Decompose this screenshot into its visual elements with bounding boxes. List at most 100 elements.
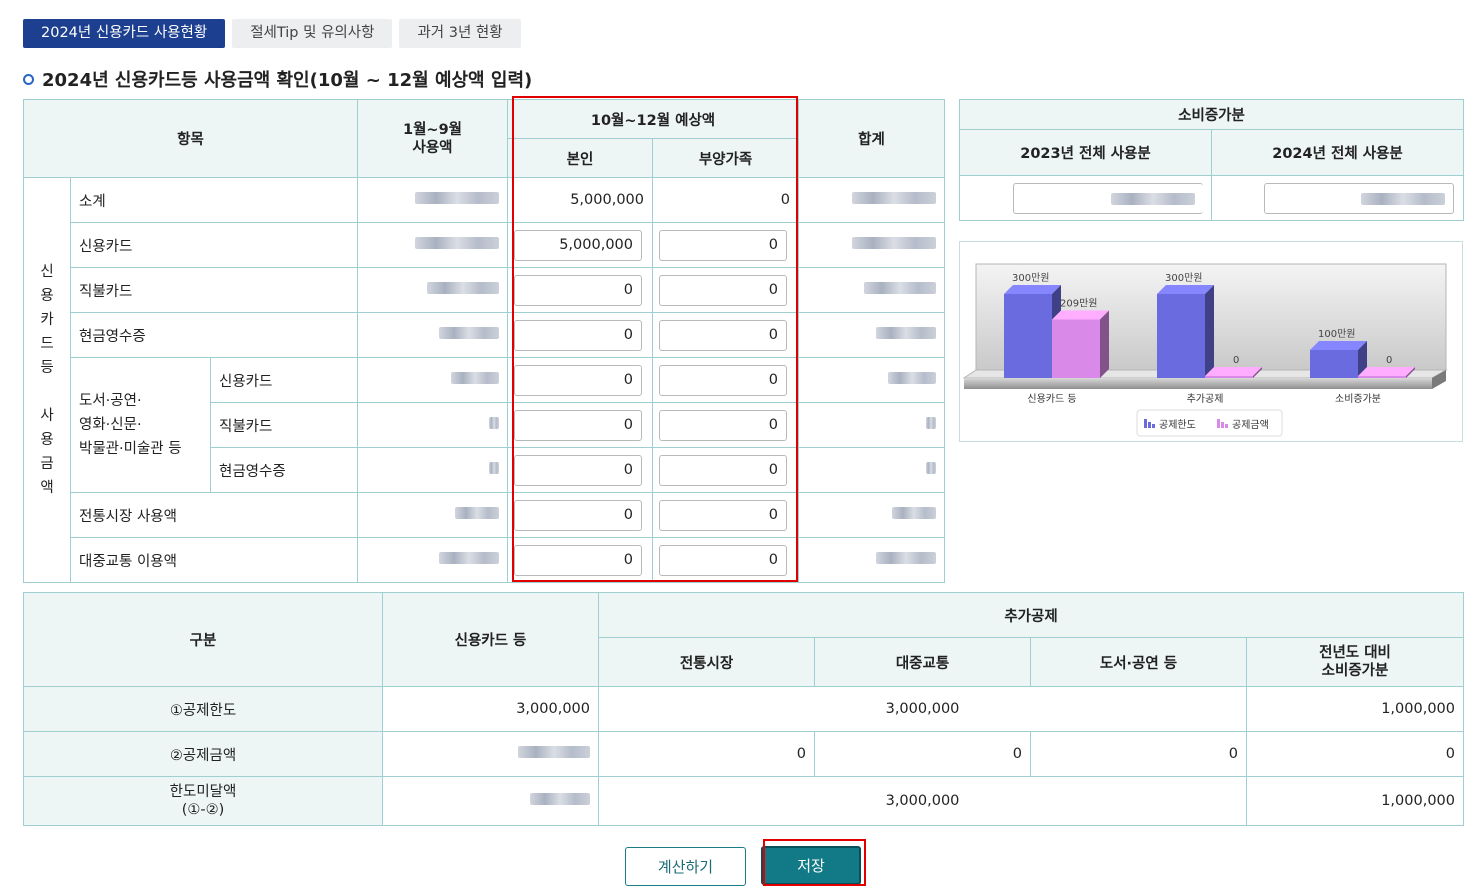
bar-front <box>1205 376 1253 378</box>
dependents-value: 0 <box>651 177 800 223</box>
vertical-label: 신용카드등사용금액 <box>23 177 71 583</box>
limit-additional-value: 3,000,000 <box>598 686 1247 732</box>
header-item: 항목 <box>23 99 358 178</box>
masked-value <box>852 237 937 249</box>
header-increase: 전년도 대비 소비증가분 <box>1246 637 1464 687</box>
market-dependents-input[interactable]: 0 <box>659 499 787 531</box>
amount-increase-value: 0 <box>1246 731 1464 777</box>
remaining-additional-value: 3,000,000 <box>598 776 1247 826</box>
masked-value <box>455 507 499 519</box>
x-tick-label: 소비증가분 <box>1335 393 1381 405</box>
header-credit-card-etc: 신용카드 등 <box>382 592 599 687</box>
culture-debit-dependents-input[interactable]: 0 <box>659 409 787 441</box>
row-debit-card: 직불카드 0 0 <box>24 267 946 313</box>
row-label: 현금영수증 <box>70 312 358 358</box>
bar-value-label: 300만원 <box>1012 272 1050 284</box>
limit-increase-value: 1,000,000 <box>1246 686 1464 732</box>
bar-front <box>1358 376 1406 378</box>
masked-value <box>876 552 937 564</box>
legend-label-amount: 공제금액 <box>1232 419 1269 431</box>
x-tick-label: 추가공제 <box>1187 393 1224 405</box>
tab-past-3-years[interactable]: 과거 3년 현황 <box>399 19 521 48</box>
bar-top <box>1004 285 1061 294</box>
vertical-label-char: 사 <box>40 408 54 424</box>
amount-books-value: 0 <box>1030 731 1247 777</box>
bar-top <box>1310 341 1367 350</box>
masked-value <box>489 462 499 474</box>
tab-tax-tips[interactable]: 절세Tip 및 유의사항 <box>232 19 393 48</box>
masked-value <box>926 417 937 429</box>
self-value: 5,000,000 <box>507 177 653 223</box>
masked-value <box>439 327 499 339</box>
masked-value <box>892 507 937 519</box>
amount-market-value: 0 <box>598 731 815 777</box>
bar-front <box>1157 294 1205 378</box>
row-label: 소계 <box>70 177 358 223</box>
spend-2023-field <box>1013 182 1203 214</box>
bar-side <box>1100 310 1109 378</box>
credit-dependents-input[interactable]: 0 <box>659 229 787 261</box>
vertical-label-char: 용 <box>40 288 54 304</box>
tab-2024-usage[interactable]: 2024년 신용카드 사용현황 <box>23 19 226 48</box>
bar-top <box>1052 310 1109 320</box>
masked-value <box>489 417 499 429</box>
row-label: 현금영수증 <box>210 447 358 493</box>
header-2023: 2023년 전체 사용분 <box>959 129 1212 176</box>
row-label: 한도미달액 (①-②) <box>23 776 383 826</box>
row-label: 신용카드 <box>70 222 358 268</box>
amount-transit-value: 0 <box>814 731 1031 777</box>
masked-value <box>864 282 937 294</box>
debit-self-input[interactable]: 0 <box>514 274 642 306</box>
row-label: 직불카드 <box>210 402 358 448</box>
row-public-transit: 대중교통 이용액 0 0 <box>24 537 946 583</box>
legend-label-limit: 공제한도 <box>1159 419 1196 431</box>
row-label: 직불카드 <box>70 267 358 313</box>
row-culture-credit: 도서·공연· 영화·신문· 박물관·미술관 등 신용카드 0 0 <box>24 357 946 493</box>
culture-credit-dependents-input[interactable]: 0 <box>659 364 787 396</box>
debit-dependents-input[interactable]: 0 <box>659 274 787 306</box>
bar-value-label: 0 <box>1386 355 1392 366</box>
culture-group-label: 도서·공연· 영화·신문· 박물관·미술관 등 <box>70 357 211 493</box>
row-label: ②공제금액 <box>23 731 383 777</box>
bar-value-label: 0 <box>1233 355 1239 366</box>
cash-dependents-input[interactable]: 0 <box>659 319 787 351</box>
vertical-label-char: 금 <box>40 456 54 472</box>
row-label: 신용카드 <box>210 357 358 403</box>
cash-self-input[interactable]: 0 <box>514 319 642 351</box>
bar-front <box>1310 350 1358 378</box>
bar-front <box>1052 319 1100 378</box>
calculate-button[interactable]: 계산하기 <box>625 847 746 886</box>
chart-floor-front <box>964 378 1432 389</box>
header-oct-dec: 10월~12월 예상액 <box>506 99 800 139</box>
vertical-label-char: 드 <box>40 336 54 352</box>
chart-svg: 300만원 209만원 300만원 0 100만원 0 신용카드 등 추가공제 소비증가분 공… <box>962 263 1448 437</box>
culture-credit-self-input[interactable]: 0 <box>514 364 642 396</box>
spending-increase-table: 소비증가분 2023년 전체 사용분 2024년 전체 사용분 <box>958 99 1465 221</box>
market-self-input[interactable]: 0 <box>514 499 642 531</box>
vertical-label-char: 등 <box>40 360 54 376</box>
vertical-label-char: 신 <box>40 264 54 280</box>
spend-title: 소비증가분 <box>958 99 1465 130</box>
masked-value <box>852 192 937 204</box>
tab-bar: 2024년 신용카드 사용현황 절세Tip 및 유의사항 과거 3년 현황 <box>23 19 521 48</box>
culture-cash-dependents-input[interactable]: 0 <box>659 454 787 486</box>
masked-value <box>530 793 590 805</box>
bar-amount <box>1205 367 1262 378</box>
row-credit-card: 신용카드 5,000,000 0 <box>24 222 946 268</box>
transit-self-input[interactable]: 0 <box>514 544 642 576</box>
section-title-text: 2024년 신용카드등 사용금액 확인(10월 ~ 12월 예상액 입력) <box>42 70 533 91</box>
legend-icon-limit <box>1144 419 1147 428</box>
masked-value <box>415 237 499 249</box>
circle-bullet-icon <box>23 73 34 85</box>
credit-self-input[interactable]: 5,000,000 <box>514 229 642 261</box>
masked-value <box>518 746 590 758</box>
bar-top <box>1205 367 1262 376</box>
culture-debit-self-input[interactable]: 0 <box>514 409 642 441</box>
culture-cash-self-input[interactable]: 0 <box>514 454 642 486</box>
spend-2024-field <box>1264 182 1454 214</box>
deduction-chart: 300만원 209만원 300만원 0 100만원 0 신용카드 등 추가공제 소비증가분 공… <box>959 241 1463 442</box>
bar-amount <box>1358 367 1415 378</box>
save-button[interactable]: 저장 <box>761 846 861 885</box>
transit-dependents-input[interactable]: 0 <box>659 544 787 576</box>
masked-value <box>876 327 937 339</box>
